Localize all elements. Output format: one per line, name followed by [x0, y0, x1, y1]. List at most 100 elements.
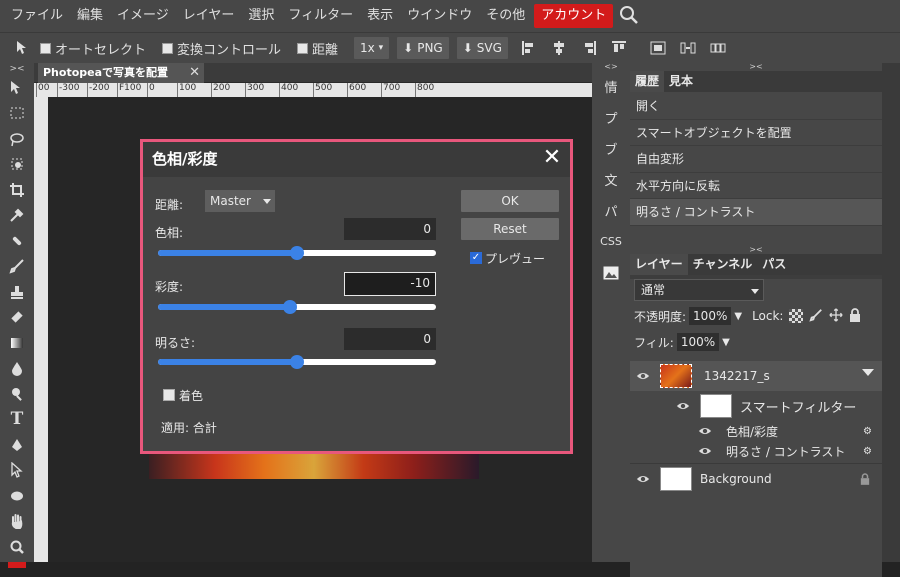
zoom-tool-icon[interactable]: [0, 534, 34, 560]
gradient-tool-icon[interactable]: [0, 330, 34, 356]
opacity-input[interactable]: 100%: [689, 307, 732, 325]
collapse-icon[interactable]: <>: [592, 63, 630, 71]
saturation-slider[interactable]: [158, 300, 436, 314]
lock-transparency-icon[interactable]: [789, 309, 804, 323]
shape-tool-icon[interactable]: [0, 483, 34, 509]
eye-icon[interactable]: [636, 472, 650, 486]
blend-mode-select[interactable]: 通常: [634, 279, 764, 301]
hand-tool-icon[interactable]: [0, 509, 34, 535]
align-middle-icon[interactable]: [650, 40, 666, 56]
align-center-h-icon[interactable]: [551, 40, 567, 56]
transform-controls-checkbox[interactable]: 変換コントロール: [162, 39, 281, 58]
info-panel-button[interactable]: 情: [592, 71, 630, 102]
export-png-button[interactable]: ⬇ PNG: [397, 37, 449, 59]
lock-all-icon[interactable]: [849, 307, 861, 325]
lightness-slider-knob[interactable]: [290, 355, 304, 369]
quick-select-tool-icon[interactable]: [0, 152, 34, 178]
align-left-icon[interactable]: [521, 40, 537, 56]
auto-select-checkbox[interactable]: オートセレクト: [40, 39, 146, 58]
menu-more[interactable]: その他: [479, 4, 532, 28]
healing-tool-icon[interactable]: [0, 228, 34, 254]
dodge-tool-icon[interactable]: [0, 381, 34, 407]
hue-slider[interactable]: [158, 246, 436, 260]
hue-input[interactable]: 0: [344, 218, 436, 240]
distribute-h-icon[interactable]: [680, 40, 696, 56]
reset-button[interactable]: Reset: [461, 218, 559, 240]
chevron-down-icon[interactable]: ▼: [734, 311, 742, 322]
filter-settings-icon[interactable]: ⚙: [863, 446, 872, 457]
lightness-slider[interactable]: [158, 355, 436, 369]
collapse-icon[interactable]: ><: [0, 63, 34, 75]
eye-icon[interactable]: [636, 369, 650, 383]
tab-paths[interactable]: パス: [757, 254, 791, 275]
lock-paint-icon[interactable]: [809, 308, 823, 325]
chevron-down-icon[interactable]: ▼: [722, 337, 730, 348]
menu-layer[interactable]: レイヤー: [176, 4, 242, 28]
eyedropper-tool-icon[interactable]: [0, 203, 34, 229]
ok-button[interactable]: OK: [461, 190, 559, 212]
collapse-icon[interactable]: ><: [630, 63, 882, 71]
menu-edit[interactable]: 編集: [70, 4, 110, 28]
align-right-icon[interactable]: [581, 40, 597, 56]
history-item[interactable]: 自由変形: [630, 146, 882, 173]
path-select-tool-icon[interactable]: [0, 458, 34, 484]
image-icon[interactable]: [592, 257, 630, 288]
properties-panel-button[interactable]: プ: [592, 102, 630, 133]
document-tab[interactable]: Photopeaで写真を配置 ✕: [38, 63, 204, 83]
panel-scrollbar[interactable]: [882, 63, 900, 562]
layer-row-photo[interactable]: 1342217_s: [630, 361, 882, 391]
menu-window[interactable]: ウインドウ: [400, 4, 479, 28]
tab-history[interactable]: 履歴: [630, 71, 665, 92]
history-item[interactable]: 開く: [630, 93, 882, 120]
menu-image[interactable]: イメージ: [110, 4, 176, 28]
fill-input[interactable]: 100%: [676, 333, 720, 351]
layer-row-filter-hue[interactable]: 色相/彩度 ⚙: [630, 421, 882, 441]
close-icon[interactable]: ✕: [542, 147, 562, 169]
blur-tool-icon[interactable]: [0, 356, 34, 382]
brush-tool-icon[interactable]: [0, 254, 34, 280]
eye-icon[interactable]: [698, 424, 712, 438]
history-item[interactable]: 明るさ / コントラスト: [630, 199, 882, 226]
tab-channels[interactable]: チャンネル: [688, 254, 758, 275]
history-item[interactable]: スマートオブジェクトを配置: [630, 120, 882, 146]
lasso-tool-icon[interactable]: [0, 126, 34, 152]
layer-row-smart-filter[interactable]: スマートフィルター: [630, 391, 882, 421]
preview-checkbox[interactable]: ✓: [470, 252, 482, 264]
paragraph-panel-button[interactable]: パ: [592, 195, 630, 226]
range-select[interactable]: Master: [205, 190, 275, 212]
crop-tool-icon[interactable]: [0, 177, 34, 203]
menu-file[interactable]: ファイル: [4, 4, 70, 28]
foreground-color-swatch[interactable]: [8, 561, 26, 568]
align-top-icon[interactable]: [611, 40, 627, 56]
eye-icon[interactable]: [698, 444, 712, 458]
account-button[interactable]: アカウント: [534, 4, 614, 28]
lightness-input[interactable]: 0: [344, 328, 436, 350]
caret-down-icon[interactable]: [862, 369, 874, 376]
layer-row-filter-brightness[interactable]: 明るさ / コントラスト ⚙: [630, 441, 882, 461]
search-icon[interactable]: [619, 5, 641, 27]
colorize-checkbox[interactable]: [163, 389, 175, 401]
stamp-tool-icon[interactable]: [0, 279, 34, 305]
lock-position-icon[interactable]: [829, 307, 844, 325]
hue-slider-knob[interactable]: [290, 246, 304, 260]
eye-icon[interactable]: [676, 399, 690, 413]
menu-filter[interactable]: フィルター: [281, 4, 360, 28]
export-svg-button[interactable]: ⬇ SVG: [456, 37, 508, 59]
collapse-icon[interactable]: ><: [630, 246, 882, 254]
menu-select[interactable]: 選択: [241, 4, 281, 28]
character-panel-button[interactable]: 文: [592, 164, 630, 195]
distribute-v-icon[interactable]: [710, 40, 726, 56]
css-panel-button[interactable]: CSS: [592, 226, 630, 257]
tab-swatches[interactable]: 見本: [664, 71, 698, 92]
menu-view[interactable]: 表示: [360, 4, 400, 28]
distance-checkbox[interactable]: 距離: [297, 39, 338, 58]
brush-panel-button[interactable]: ブ: [592, 133, 630, 164]
saturation-slider-knob[interactable]: [283, 300, 298, 314]
type-tool-icon[interactable]: T: [0, 407, 34, 433]
saturation-input[interactable]: -10: [344, 272, 436, 296]
eraser-tool-icon[interactable]: [0, 305, 34, 331]
pen-tool-icon[interactable]: [0, 432, 34, 458]
history-item[interactable]: 水平方向に反転: [630, 173, 882, 199]
scale-dropdown[interactable]: 1x ▾: [354, 37, 390, 59]
close-icon[interactable]: ✕: [189, 63, 200, 83]
